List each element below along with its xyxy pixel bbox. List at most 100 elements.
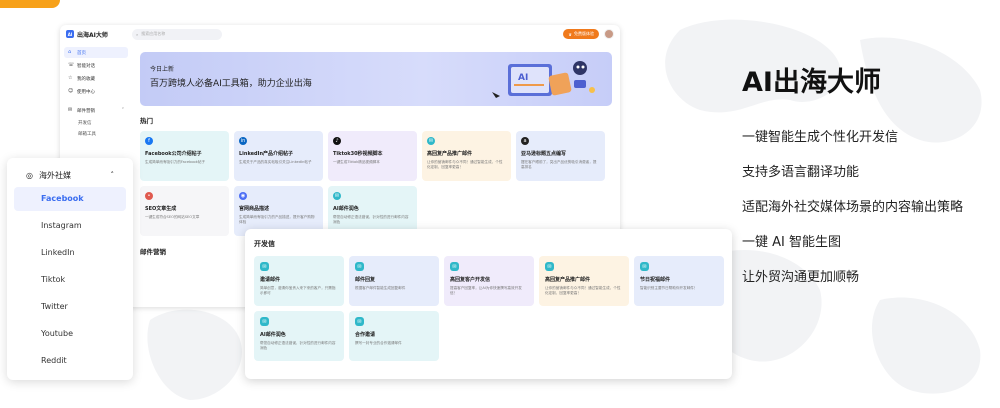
hot-card-icon: f: [145, 137, 153, 145]
logo-text: 出海AI大师: [77, 31, 108, 39]
dev-card-title: 高回复产品推广邮件: [545, 277, 591, 283]
feature-item: 一键 AI 智能生图: [742, 235, 841, 250]
search-icon: ⌕: [136, 31, 139, 37]
dev-letter-card[interactable]: ✉ 节日祝福邮件智能识别主要节日帮助你开发邮件！: [634, 256, 724, 306]
svg-text:AI: AI: [518, 73, 528, 83]
mail-icon: ✉: [260, 262, 269, 271]
hot-card-title: Facebook公司介绍帖子: [145, 151, 202, 157]
search-input[interactable]: 搜索应用名称: [141, 31, 165, 37]
feature-title: AI出海大师: [742, 67, 881, 98]
hot-card-title: Tiktok30秒视频脚本: [333, 151, 383, 157]
dev-letter-card[interactable]: ✉ 邮件回复 根据客户邮件智能生成回复邮件: [349, 256, 439, 306]
search-bar[interactable]: ⌕ 搜索应用名称: [132, 28, 222, 40]
dev-card-desc: 智能识别主要节日帮助你开发邮件！: [640, 286, 698, 290]
hot-card-title: 官网商品描述: [239, 206, 270, 212]
sidebar-item-chat[interactable]: ☏ 智能对话: [64, 60, 128, 71]
decorative-orange-arc: [0, 0, 60, 8]
dev-letter-card[interactable]: ✉ 合作邀请撰写一封专业的合作邀请邮件: [349, 311, 439, 361]
sidebar-item-favorites[interactable]: ☆ 我的收藏: [64, 73, 128, 84]
dev-card-title: 合作邀请: [355, 332, 376, 338]
logo-icon: AI: [66, 30, 74, 38]
dev-card-title: 邮件回复: [355, 277, 376, 283]
mail-icon: ✉: [450, 262, 459, 271]
social-media-list: Facebook Instagram LinkedIn Tiktok Twitter Yo…: [14, 187, 126, 373]
user-icon: ☺: [68, 88, 74, 94]
banner-illustration: AI: [492, 61, 595, 98]
sidebar-item-home[interactable]: ⌂ 首页: [64, 47, 128, 58]
star-icon: ☆: [68, 75, 73, 81]
hot-card-icon: ✉: [427, 137, 435, 145]
hot-card[interactable]: a 亚马逊标题五点编写摆在客户眼前了，突出产品优势吸引消费者，提高排名: [516, 131, 605, 181]
social-item-twitter[interactable]: Twitter: [14, 295, 126, 319]
hot-card-title: LinkedIn产品介绍帖子: [239, 151, 294, 157]
dev-card-title: 高回复客户开发信: [450, 277, 491, 283]
chevron-down-icon: ˅: [121, 108, 124, 113]
hot-card[interactable]: ✉ 高回复产品推广邮件让你的营销邮件与众不同！通过智能生成，个性化定制，回复率更高…: [422, 131, 511, 181]
mail-icon: ✉: [640, 262, 649, 271]
dev-letter-cards-grid: ✉ 邀请邮件 简单创意，邀请你宝贵入来下来的客户，只需指示即可 ✉ 邮件回复 根据客户邮件…: [254, 256, 724, 361]
hot-card-icon: •: [145, 192, 153, 200]
dev-card-desc: 撰写一封专业的合作邀请邮件: [355, 341, 402, 345]
hot-card[interactable]: ♪ Tiktok30秒视频脚本 一键生成Tiktok精品视频脚本: [328, 131, 417, 181]
social-item-tiktok[interactable]: Tiktok: [14, 268, 126, 292]
app-logo[interactable]: AI 出海AI大师: [66, 30, 126, 39]
hot-card-desc: 生成简单而有吸引力的Facebook帖子: [145, 160, 206, 164]
crown-icon: ♛: [568, 31, 572, 37]
sidebar-item-email-marketing[interactable]: ✉ 邮件营销 ˅: [64, 105, 128, 116]
hot-card-icon: ♪: [333, 137, 341, 145]
dev-card-desc: 让你的营销邮件与众不同！通过智能生成，个性化定制，回复率更高！: [545, 286, 621, 295]
dev-card-desc: 帮您自动修正语法错误，针对性的进行邮件内容润色: [260, 341, 336, 350]
social-item-reddit[interactable]: Reddit: [14, 349, 126, 373]
avatar[interactable]: [604, 29, 614, 39]
hot-card-desc: 帮您自动修正语法错误，针对性的进行邮件内容润色: [333, 215, 409, 224]
hot-card-icon: a: [521, 137, 529, 145]
hot-card-title: 亚马逊标题五点编写: [521, 151, 567, 157]
hot-card-title: 高回复产品推广邮件: [427, 151, 473, 157]
hot-card-desc: 摆在客户眼前了，突出产品优势吸引消费者，提高排名: [521, 160, 597, 169]
hot-card-title: SEO文章生成: [145, 206, 177, 212]
dev-letter-card[interactable]: ✉ AI邮件润色帮您自动修正语法错误，针对性的进行邮件内容润色: [254, 311, 344, 361]
hot-card-icon: in: [239, 137, 247, 145]
hot-cards-grid: f Facebook公司介绍帖子 生成简单而有吸引力的Facebook帖子 in Lin…: [140, 131, 612, 236]
dev-letter-card[interactable]: ✉ 高回复产品推广邮件让你的营销邮件与众不同！通过智能生成，个性化定制，回复率更高…: [539, 256, 629, 306]
feature-item: 适配海外社交媒体场景的内容输出策略: [742, 200, 964, 215]
hot-card[interactable]: in LinkedIn产品介绍帖子生成关于产品的真实帖吸引关注LinkedIn帖子: [234, 131, 323, 181]
sidebar-item-usage-center[interactable]: ☺ 使用中心: [64, 86, 128, 97]
mail-icon: ✉: [68, 107, 73, 113]
mail-icon: ✉: [545, 262, 554, 271]
mail-icon: ✉: [260, 317, 269, 326]
hot-card[interactable]: • SEO文章生成一键生成符合SEO的网站SEO文章: [140, 186, 229, 236]
sidebar-subitem-mail-tools[interactable]: 邮箱工具: [64, 129, 128, 140]
dev-letter-card[interactable]: ✉ 高回复客户开发信提高客户回复率，让AI为你快速撰写高效开发信！: [444, 256, 534, 306]
feature-item: 让外贸沟通更加顺畅: [742, 270, 860, 285]
social-media-header[interactable]: ◎ 海外社媒 ˄: [14, 166, 126, 184]
social-item-youtube[interactable]: Youtube: [14, 322, 126, 346]
social-item-instagram[interactable]: Instagram: [14, 214, 126, 238]
hot-card-desc: 一键生成符合SEO的网站SEO文章: [145, 215, 200, 219]
dev-letter-panel: 开发信 ✉ 邀请邮件 简单创意，邀请你宝贵入来下来的客户，只需指示即可 ✉ 邮件回复 根据…: [245, 229, 732, 379]
social-item-facebook[interactable]: Facebook: [14, 187, 126, 211]
hot-card-desc: 一键生成Tiktok精品视频脚本: [333, 160, 380, 164]
home-icon: ⌂: [68, 49, 72, 55]
dev-letter-card[interactable]: ✉ 邀请邮件 简单创意，邀请你宝贵入来下来的客户，只需指示即可: [254, 256, 344, 306]
feature-item: 支持多语言翻译功能: [742, 165, 860, 180]
dev-card-desc: 简单创意，邀请你宝贵入来下来的客户，只需指示即可: [260, 286, 336, 295]
dev-letter-title: 开发信: [254, 240, 275, 248]
hot-card[interactable]: f Facebook公司介绍帖子 生成简单而有吸引力的Facebook帖子: [140, 131, 229, 181]
app-topbar: AI 出海AI大师 ⌕ 搜索应用名称 ♛ 免费版体验: [60, 25, 620, 43]
free-trial-button[interactable]: ♛ 免费版体验: [563, 29, 599, 39]
hot-card-desc: 生成简单而有吸引力的产品描述，提升客户购物体验: [239, 215, 315, 224]
dev-card-title: AI邮件润色: [260, 332, 286, 338]
hot-card-title: AI邮件润色: [333, 206, 359, 212]
dev-card-desc: 提高客户回复率，让AI为你快速撰写高效开发信！: [450, 286, 522, 295]
dev-card-desc: 根据客户邮件智能生成回复邮件: [355, 286, 406, 290]
chevron-up-icon: ˄: [110, 171, 115, 179]
hot-card-desc: 让你的营销邮件与众不同！通过智能生成，个性化定制，回复率更高！: [427, 160, 503, 169]
social-item-linkedin[interactable]: LinkedIn: [14, 241, 126, 265]
dev-card-title: 节日祝福邮件: [640, 277, 671, 283]
hot-card-desc: 生成关于产品的真实帖吸引关注LinkedIn帖子: [239, 160, 312, 164]
mail-icon: ✉: [355, 317, 364, 326]
sidebar-subitem-dev-letter[interactable]: 开发信: [64, 118, 128, 129]
hero-banner[interactable]: 今日上新 百万跨境人必备AI工具箱，助力企业出海 AI: [140, 52, 612, 106]
hot-card-icon: ◉: [239, 192, 247, 200]
